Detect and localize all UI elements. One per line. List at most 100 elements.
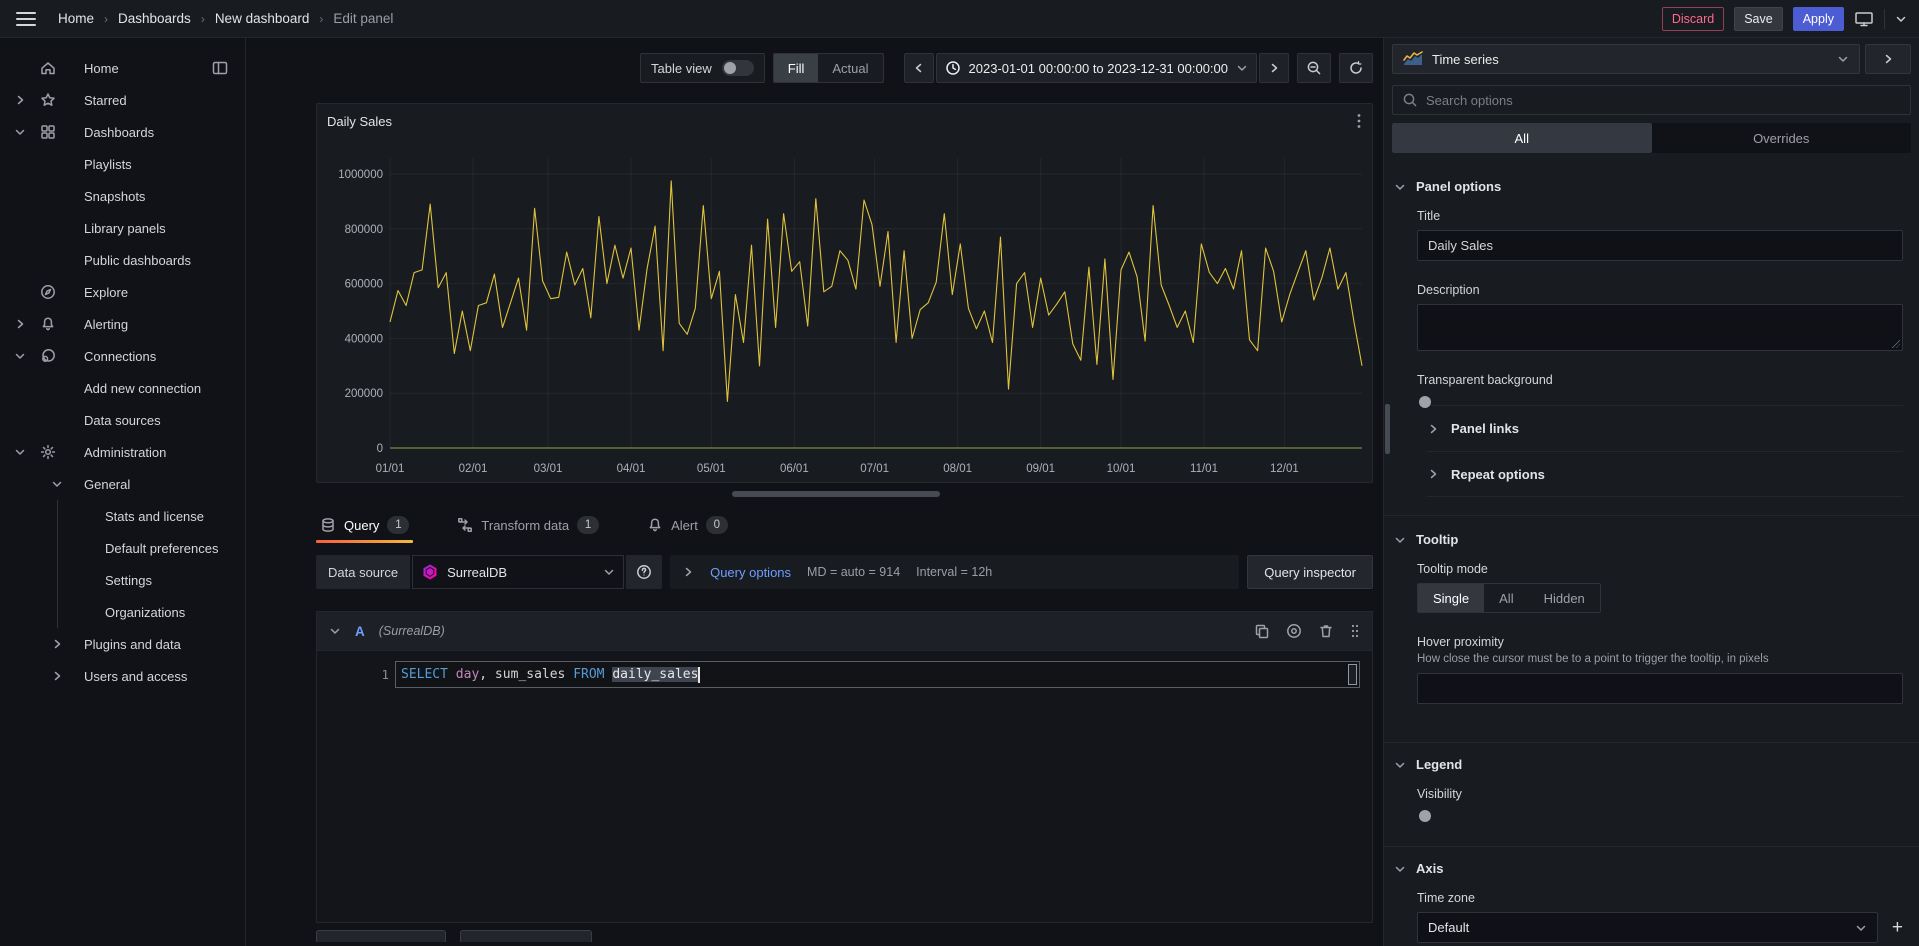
filter-all[interactable]: All — [1392, 123, 1652, 153]
sidebar-item-alerting[interactable]: Alerting — [0, 308, 245, 340]
transform-count-badge: 1 — [577, 516, 599, 534]
panel-collapse-icon[interactable] — [211, 59, 229, 77]
time-range-back-button[interactable] — [904, 53, 934, 83]
resize-handle-icon[interactable] — [1892, 340, 1900, 348]
sidebar-item-users-and-access[interactable]: Users and access — [0, 660, 245, 692]
sidebar-item-library-panels[interactable]: Library panels — [0, 212, 245, 244]
legend-header[interactable]: Legend — [1394, 757, 1903, 772]
chevron-right-icon[interactable] — [47, 670, 67, 682]
add-timezone-button[interactable]: + — [1892, 918, 1903, 937]
chevron-down-icon[interactable] — [47, 478, 67, 490]
drag-handle-icon[interactable] — [1350, 623, 1360, 639]
chevron-down-icon[interactable] — [10, 350, 30, 362]
zoom-out-button[interactable] — [1297, 53, 1331, 83]
collapse-options-button[interactable] — [1865, 44, 1911, 74]
sidebar-item-dashboards[interactable]: Dashboards — [0, 116, 245, 148]
panel-menu-icon[interactable] — [1356, 112, 1362, 130]
chevron-right-icon[interactable] — [47, 638, 67, 650]
query-editor-header[interactable]: A (SurrealDB) — [316, 611, 1373, 651]
timezone-select[interactable]: Default — [1417, 912, 1878, 943]
chevron-right-icon[interactable] — [10, 94, 30, 106]
tab-alert[interactable]: Alert 0 — [643, 516, 732, 543]
breadcrumb-item[interactable]: New dashboard — [215, 11, 310, 26]
tab-query[interactable]: Query 1 — [316, 516, 413, 543]
refresh-button[interactable] — [1339, 53, 1373, 83]
sidebar-item-default-preferences[interactable]: Default preferences — [0, 532, 245, 564]
table-view-toggle[interactable] — [722, 60, 754, 76]
sidebar-item-public-dashboards[interactable]: Public dashboards — [0, 244, 245, 276]
filter-overrides[interactable]: Overrides — [1652, 123, 1912, 153]
datasource-select[interactable]: SurrealDB — [412, 555, 624, 589]
options-search — [1392, 85, 1911, 115]
add-query-button[interactable] — [316, 930, 446, 942]
horizontal-scrollbar[interactable] — [732, 491, 940, 497]
actual-option[interactable]: Actual — [818, 54, 882, 82]
options-scrollbar-thumb[interactable] — [1385, 404, 1390, 454]
time-range-picker[interactable]: 2023-01-01 00:00:00 to 2023-12-31 00:00:… — [936, 53, 1258, 83]
sidebar-item-settings[interactable]: Settings — [0, 564, 245, 596]
sidebar-item-snapshots[interactable]: Snapshots — [0, 180, 245, 212]
save-button[interactable]: Save — [1734, 7, 1783, 31]
chevron-right-icon — [1427, 423, 1439, 435]
sidebar-item-home[interactable]: Home — [0, 52, 245, 84]
datasource-label: Data source — [316, 555, 410, 589]
chevron-down-icon[interactable] — [10, 446, 30, 458]
chevron-right-icon[interactable] — [10, 318, 30, 330]
time-range-forward-button[interactable] — [1259, 53, 1289, 83]
sidebar-item-data-sources[interactable]: Data sources — [0, 404, 245, 436]
tooltip-mode-all[interactable]: All — [1484, 584, 1528, 612]
chevron-right-icon[interactable] — [682, 566, 694, 578]
sidebar-item-general[interactable]: General — [0, 468, 245, 500]
svg-text:02/01: 02/01 — [459, 463, 488, 475]
apply-button[interactable]: Apply — [1793, 7, 1844, 31]
tab-transform-data[interactable]: Transform data 1 — [453, 516, 603, 543]
sidebar-item-stats-and-license[interactable]: Stats and license — [0, 500, 245, 532]
query-inspector-button[interactable]: Query inspector — [1247, 555, 1373, 589]
sidebar-item-connections[interactable]: Connections — [0, 340, 245, 372]
query-options-link[interactable]: Query options — [710, 565, 791, 580]
axis-header[interactable]: Axis — [1394, 861, 1903, 876]
datasource-help-button[interactable] — [626, 555, 662, 589]
sql-input[interactable]: SELECT day, sum_sales FROM daily_sales — [395, 661, 1360, 688]
chart-panel-header[interactable]: Daily Sales — [317, 104, 1372, 138]
hamburger-menu-icon[interactable] — [16, 9, 36, 29]
line-number: 1 — [317, 667, 389, 682]
expression-button[interactable] — [460, 930, 592, 942]
panel-links-row[interactable]: Panel links — [1427, 405, 1903, 451]
sidebar-item-starred[interactable]: Starred — [0, 84, 245, 116]
query-code-editor[interactable]: 1 SELECT day, sum_sales FROM daily_sales — [316, 651, 1373, 923]
sidebar-item-add-new-connection[interactable]: Add new connection — [0, 372, 245, 404]
discard-button[interactable]: Discard — [1662, 7, 1724, 31]
tooltip-header[interactable]: Tooltip — [1394, 532, 1903, 547]
chevron-down-icon[interactable] — [10, 126, 30, 138]
panel-title-input[interactable] — [1417, 230, 1903, 261]
panel-description-textarea[interactable] — [1417, 304, 1903, 351]
tooltip-mode-label: Tooltip mode — [1417, 562, 1903, 576]
tooltip-mode-hidden[interactable]: Hidden — [1529, 584, 1600, 612]
panel-options-header[interactable]: Panel options — [1394, 179, 1903, 194]
options-search-input[interactable] — [1426, 93, 1901, 108]
sidebar-item-organizations[interactable]: Organizations — [0, 596, 245, 628]
delete-query-icon[interactable] — [1318, 623, 1334, 639]
breadcrumb-item[interactable]: Dashboards — [118, 11, 191, 26]
duplicate-query-icon[interactable] — [1254, 623, 1270, 639]
repeat-options-row[interactable]: Repeat options — [1427, 451, 1903, 497]
fill-option[interactable]: Fill — [774, 54, 819, 82]
chevron-down-icon[interactable] — [1895, 13, 1907, 25]
sidebar-item-explore[interactable]: Explore — [0, 276, 245, 308]
svg-text:09/01: 09/01 — [1026, 463, 1055, 475]
query-ref-id[interactable]: A — [355, 624, 365, 639]
breadcrumb-item[interactable]: Home — [58, 11, 94, 26]
hover-proximity-input[interactable] — [1417, 673, 1903, 704]
tooltip-mode-single[interactable]: Single — [1418, 584, 1484, 612]
description-label: Description — [1417, 283, 1903, 297]
visualization-select[interactable]: Time series — [1392, 44, 1860, 74]
sidebar-item-plugins-and-data[interactable]: Plugins and data — [0, 628, 245, 660]
editor-scrollbar-thumb[interactable] — [1348, 664, 1357, 685]
sidebar-item-playlists[interactable]: Playlists — [0, 148, 245, 180]
collapse-query-icon[interactable] — [329, 625, 341, 637]
top-nav: Home›Dashboards›New dashboard›Edit panel… — [0, 0, 1919, 38]
hide-query-icon[interactable] — [1286, 623, 1302, 639]
sidebar-item-administration[interactable]: Administration — [0, 436, 245, 468]
monitor-icon[interactable] — [1854, 10, 1874, 28]
